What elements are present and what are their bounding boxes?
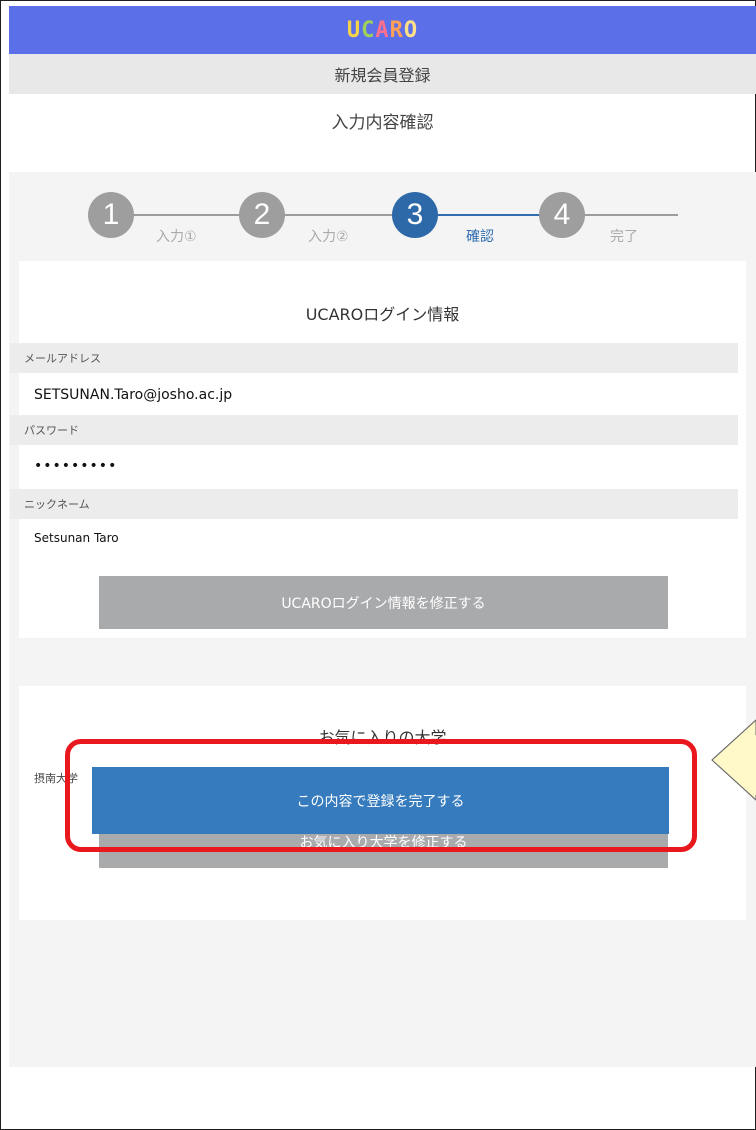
password-label: パスワード [10,415,738,445]
step-connector [432,214,548,216]
password-value: ••••••••• [34,458,118,474]
progress-stepper: 1 入力① 2 入力② 3 確認 4 完了 [88,192,678,252]
top-bar: UCARO [9,6,756,54]
step-1-circle: 1 [88,192,134,238]
step-4-circle: 4 [539,192,585,238]
ucaro-logo[interactable]: UCARO [347,18,418,43]
login-info-title: UCAROログイン情報 [305,305,460,324]
edit-login-info-button[interactable]: UCAROログイン情報を修正する [99,576,668,629]
step-3-label: 確認 [466,229,494,245]
step-3-circle: 3 [392,192,438,238]
page-title: 入力内容確認 [331,113,434,133]
step-1-label: 入力① [156,229,197,245]
step-2-circle: 2 [239,192,285,238]
page-header: 新規会員登録 [9,54,756,94]
email-label: メールアドレス [10,343,738,373]
complete-registration-button[interactable]: この内容で登録を完了する [92,767,669,834]
step-connector [582,214,678,216]
step-4-label: 完了 [610,229,638,245]
step-connector [280,214,396,216]
step-2-label: 入力② [308,229,349,245]
nickname-label: ニックネーム [10,489,738,519]
email-value: SETSUNAN.Taro@josho.ac.jp [34,387,233,403]
nickname-value: Setsunan Taro [34,531,119,545]
step-connector [128,214,244,216]
